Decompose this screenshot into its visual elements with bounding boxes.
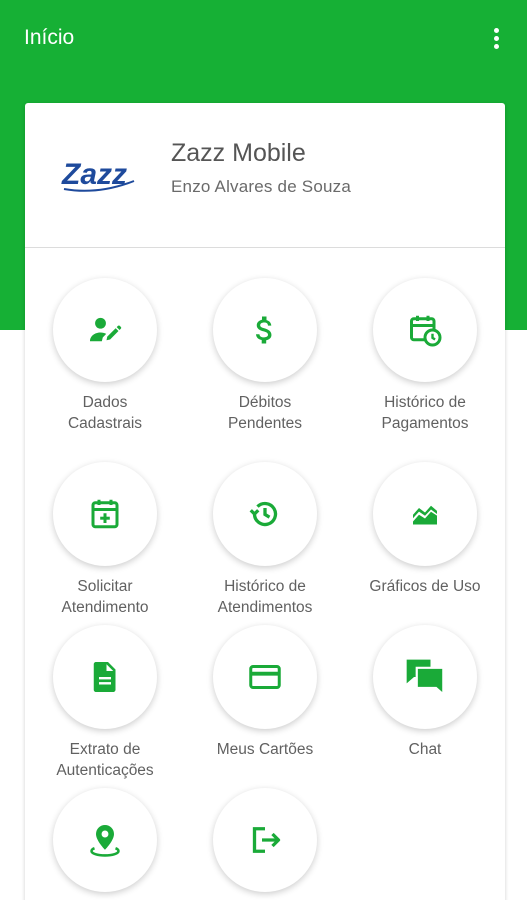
- page-title: Início: [24, 26, 75, 49]
- menu-item-label: Chat: [408, 741, 442, 758]
- menu-circle[interactable]: [53, 788, 157, 892]
- menu-item-label: Histórico de Pagamentos: [381, 394, 469, 432]
- area-chart-icon: [413, 505, 437, 525]
- menu-item-label: Gráficos de Uso: [369, 578, 481, 595]
- logout-icon: [252, 827, 281, 853]
- dollar-icon: [256, 316, 272, 344]
- menu-circle[interactable]: [213, 278, 317, 382]
- menu-item-debitos-pendentes[interactable]: Débitos Pendentes: [185, 248, 345, 432]
- home-card: Zazz Zazz Mobile Enzo Alvares de Souza D…: [25, 103, 505, 900]
- calendar-clock-icon: [410, 315, 442, 347]
- menu-item-historico-atendimentos[interactable]: Histórico de Atendimentos: [185, 432, 345, 616]
- menu-circle[interactable]: [213, 462, 317, 566]
- menu-item-label: Débitos Pendentes: [227, 394, 303, 432]
- location-pin-icon: [90, 825, 120, 857]
- menu-circle[interactable]: [53, 462, 157, 566]
- menu-item-solicitar-atendimento[interactable]: Solicitar Atendimento: [25, 432, 185, 616]
- menu-item-chat[interactable]: Chat: [345, 595, 505, 765]
- menu-item-graficos-de-uso[interactable]: Gráficos de Uso: [345, 432, 505, 602]
- document-icon: [93, 662, 116, 692]
- company-name: Zazz Mobile: [171, 139, 306, 167]
- chat-icon: [406, 659, 445, 697]
- menu-circle[interactable]: [373, 462, 477, 566]
- calendar-plus-icon: [91, 499, 119, 529]
- user-name: Enzo Alvares de Souza: [171, 177, 351, 196]
- menu-item-historico-pagamentos[interactable]: Histórico de Pagamentos: [345, 248, 505, 432]
- menu-circle[interactable]: [373, 625, 477, 729]
- menu-item-label: Dados Cadastrais: [67, 394, 143, 432]
- profile-header: Zazz Zazz Mobile Enzo Alvares de Souza: [25, 103, 505, 248]
- menu-item-meus-cartoes[interactable]: Meus Cartões: [185, 595, 345, 765]
- menu-item-logout[interactable]: [185, 758, 345, 900]
- menu-grid: Dados Cadastrais Débitos Pendentes Histó…: [25, 248, 505, 900]
- menu-circle[interactable]: [213, 788, 317, 892]
- history-icon: [249, 501, 278, 527]
- menu-item-dados-cadastrais[interactable]: Dados Cadastrais: [25, 248, 185, 432]
- menu-item-location[interactable]: [25, 758, 185, 900]
- user-edit-icon: [90, 317, 122, 342]
- menu-circle[interactable]: [53, 278, 157, 382]
- zazz-logo: Zazz: [61, 158, 135, 192]
- credit-card-icon: [249, 665, 281, 689]
- menu-circle[interactable]: [53, 625, 157, 729]
- menu-item-label: Meus Cartões: [216, 741, 314, 758]
- more-vert-icon[interactable]: [484, 20, 508, 56]
- menu-item-extrato-autenticacoes[interactable]: Extrato de Autenticações: [25, 595, 185, 779]
- menu-circle[interactable]: [373, 278, 477, 382]
- menu-circle[interactable]: [213, 625, 317, 729]
